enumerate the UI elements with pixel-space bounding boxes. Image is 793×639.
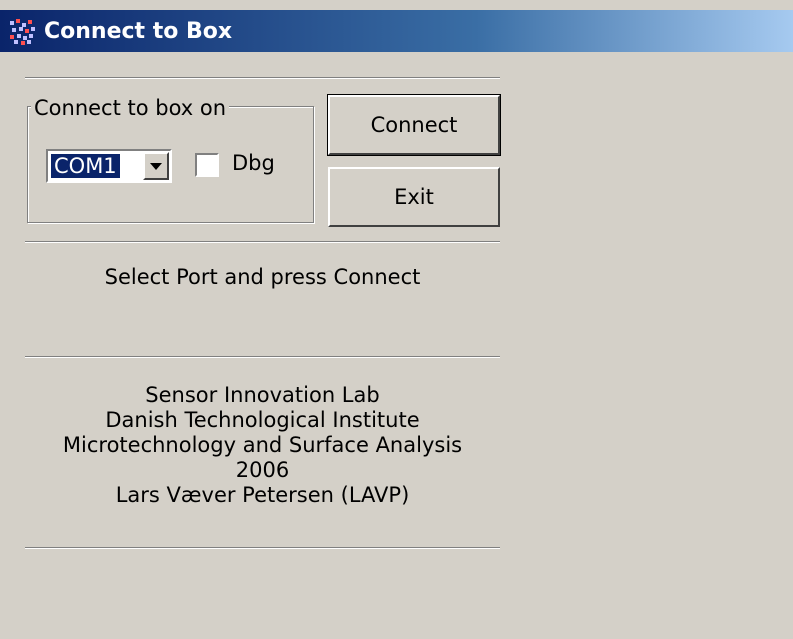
separator-middle bbox=[25, 241, 500, 243]
credit-institute: Danish Technological Institute bbox=[105, 408, 420, 432]
connect-button[interactable]: Connect bbox=[327, 94, 501, 156]
debug-checkbox[interactable] bbox=[195, 153, 219, 177]
exit-button[interactable]: Exit bbox=[328, 167, 500, 227]
groupbox-label: Connect to box on bbox=[31, 96, 230, 120]
credit-lab: Sensor Innovation Lab bbox=[145, 383, 380, 407]
dialog-window: Connect to Box Connect to box on COM1 Db… bbox=[0, 0, 793, 639]
separator-lower bbox=[25, 356, 500, 358]
app-icon bbox=[8, 17, 36, 45]
separator-bottom bbox=[25, 547, 500, 549]
credit-year: 2006 bbox=[235, 458, 290, 482]
connect-button-label: Connect bbox=[370, 113, 458, 137]
chevron-down-icon bbox=[150, 162, 162, 170]
credit-department: Microtechnology and Surface Analysis bbox=[62, 433, 463, 457]
port-selected-value: COM1 bbox=[50, 153, 121, 179]
exit-button-label: Exit bbox=[394, 185, 434, 209]
debug-checkbox-label[interactable]: Dbg bbox=[232, 150, 275, 176]
title-bar[interactable]: Connect to Box bbox=[0, 10, 793, 52]
separator-top bbox=[25, 77, 500, 79]
credit-author: Lars Væver Petersen (LAVP) bbox=[115, 483, 410, 507]
status-text: Select Port and press Connect bbox=[104, 265, 421, 289]
port-combobox[interactable]: COM1 bbox=[46, 149, 172, 183]
credits-block: Sensor Innovation Lab Danish Technologic… bbox=[25, 383, 500, 508]
dropdown-button[interactable] bbox=[143, 152, 169, 180]
window-title: Connect to Box bbox=[44, 18, 233, 44]
